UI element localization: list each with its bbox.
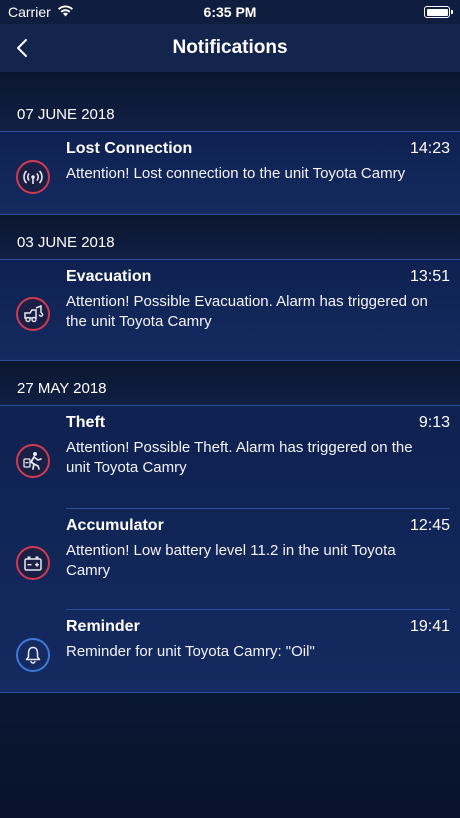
notification-title: Accumulator [66, 517, 164, 534]
icon-column [0, 508, 66, 609]
section-date: 27 MAY 2018 [17, 380, 107, 397]
page-title: Notifications [172, 37, 288, 58]
battery-icon [16, 545, 50, 580]
notification-content: Reminder 19:41 Reminder for unit Toyota … [66, 609, 450, 676]
nav-bar: Notifications [0, 24, 460, 72]
notification-row[interactable]: Theft 9:13 Attention! Possible Theft. Al… [0, 406, 460, 508]
notification-message: Attention! Lost connection to the unit T… [66, 165, 406, 182]
notification-row[interactable]: Accumulator 12:45 Attention! Low battery… [0, 508, 460, 609]
notification-title: Reminder [66, 618, 140, 635]
notification-message: Attention! Possible Theft. Alarm has tri… [66, 439, 413, 476]
notification-time: 13:51 [409, 268, 450, 285]
notification-time: 14:23 [409, 140, 450, 157]
icon-column [0, 268, 66, 360]
battery-icon [424, 6, 453, 18]
notification-message: Reminder for unit Toyota Camry: "Oil" [66, 643, 315, 660]
status-bar: Carrier 6:35 PM [0, 0, 460, 24]
notification-header: Theft 9:13 [66, 414, 450, 436]
carrier-label: Carrier [8, 4, 51, 20]
notification-group: Theft 9:13 Attention! Possible Theft. Al… [0, 406, 460, 693]
icon-column [0, 140, 66, 214]
bell-icon [16, 637, 50, 672]
section-date: 07 JUNE 2018 [17, 106, 115, 123]
back-button[interactable] [8, 32, 36, 64]
notification-title: Evacuation [66, 268, 152, 285]
notification-message: Attention! Possible Evacuation. Alarm ha… [66, 293, 428, 330]
signal-lost-icon [16, 160, 50, 194]
section-header: 03 JUNE 2018 [0, 215, 460, 260]
notification-title: Theft [66, 414, 106, 431]
theft-icon [16, 444, 50, 478]
icon-column [0, 414, 66, 508]
chevron-left-icon [17, 39, 27, 57]
notification-list: 07 JUNE 2018 Lost Connection 14:23 Atten… [0, 72, 460, 693]
notification-group: Lost Connection 14:23 Attention! Lost co… [0, 132, 460, 215]
section-header: 07 JUNE 2018 [0, 72, 460, 132]
icon-column [0, 609, 66, 692]
notification-content: Accumulator 12:45 Attention! Low battery… [66, 508, 450, 595]
status-left: Carrier [8, 4, 74, 20]
notification-content: Theft 9:13 Attention! Possible Theft. Al… [66, 414, 450, 492]
section-date: 03 JUNE 2018 [17, 234, 115, 251]
notification-content: Evacuation 13:51 Attention! Possible Eva… [66, 268, 450, 346]
notification-header: Lost Connection 14:23 [66, 140, 450, 162]
notification-time: 19:41 [409, 618, 450, 635]
notification-header: Reminder 19:41 [66, 618, 450, 640]
notification-header: Accumulator 12:45 [66, 517, 450, 539]
notification-title: Lost Connection [66, 140, 193, 157]
notification-header: Evacuation 13:51 [66, 268, 450, 290]
notification-row[interactable]: Evacuation 13:51 Attention! Possible Eva… [0, 260, 460, 360]
notification-group: Evacuation 13:51 Attention! Possible Eva… [0, 260, 460, 361]
notification-row[interactable]: Lost Connection 14:23 Attention! Lost co… [0, 132, 460, 214]
notification-time: 9:13 [418, 414, 450, 431]
notification-message: Attention! Low battery level 11.2 in the… [66, 542, 396, 579]
notification-row[interactable]: Reminder 19:41 Reminder for unit Toyota … [0, 609, 460, 692]
wifi-icon [57, 4, 74, 20]
notification-content: Lost Connection 14:23 Attention! Lost co… [66, 140, 450, 198]
notification-time: 12:45 [409, 517, 450, 534]
section-header: 27 MAY 2018 [0, 361, 460, 406]
tow-truck-icon [16, 297, 50, 331]
